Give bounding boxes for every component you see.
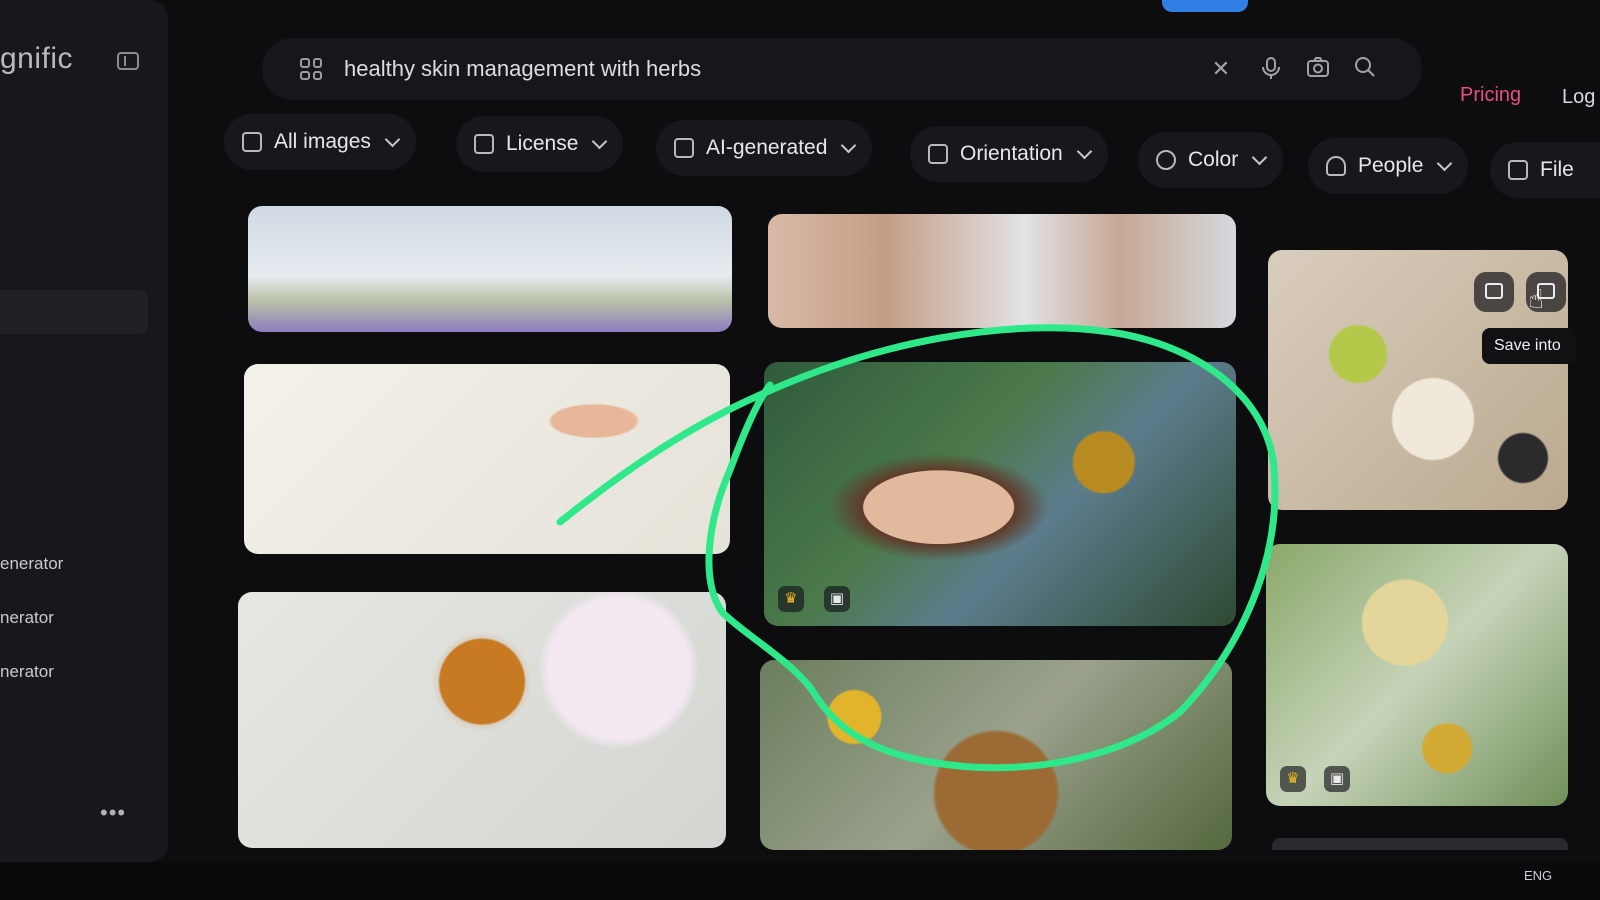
orientation-icon [928, 144, 948, 164]
image-result-skincare-bowls[interactable] [1268, 250, 1568, 510]
filter-all-images[interactable]: All images [224, 114, 416, 170]
chevron-down-icon [384, 131, 401, 148]
filter-ai-generated[interactable]: AI-generated [656, 120, 873, 176]
taskbar [0, 862, 1600, 900]
people-icon [1326, 156, 1346, 176]
search-input[interactable]: healthy skin management with herbs [344, 56, 701, 82]
more-options-icon[interactable]: ••• [100, 800, 126, 826]
hand-cursor-icon: ☝ [1528, 284, 1544, 314]
filter-license[interactable]: License [456, 116, 624, 172]
clear-search-icon[interactable]: ✕ [1208, 56, 1234, 82]
image-result-partial[interactable] [1272, 838, 1568, 850]
save-into-tooltip: Save into [1482, 328, 1576, 364]
sidebar: gnific enerator nerator nerator ••• [0, 0, 168, 862]
search-icon[interactable] [1352, 56, 1378, 82]
image-result-creams-herbs[interactable]: ♛ ▣ [1266, 544, 1568, 806]
chevron-down-icon [1251, 149, 1268, 166]
login-link[interactable]: Log [1562, 86, 1595, 109]
filter-orientation[interactable]: Orientation [910, 126, 1108, 182]
chevron-down-icon [592, 133, 608, 150]
image-result-woman-herbs-face[interactable]: ♛ ▣ [764, 362, 1236, 626]
image-result-woman-cucumber[interactable] [244, 364, 730, 554]
brand-logo[interactable]: gnific [0, 42, 73, 76]
sidebar-item-generator-1[interactable]: enerator [0, 554, 63, 574]
camera-search-icon[interactable] [1305, 56, 1331, 82]
similar-image-icon[interactable] [1474, 272, 1514, 312]
top-accent-bar [1162, 0, 1248, 12]
search-bar[interactable]: healthy skin management with herbs ✕ [262, 38, 1422, 100]
filter-people[interactable]: People [1308, 138, 1469, 194]
sidebar-item-generator-2[interactable]: nerator [0, 608, 54, 628]
search-category-icon[interactable] [300, 58, 322, 80]
ai-generated-icon: ▣ [1324, 766, 1350, 792]
ai-icon [674, 138, 694, 158]
filter-color[interactable]: Color [1138, 132, 1284, 188]
file-icon [1508, 160, 1528, 180]
sidebar-selected-item[interactable] [0, 290, 148, 334]
image-result-herbal-bowls[interactable] [760, 660, 1232, 850]
language-indicator[interactable]: ENG [1524, 868, 1552, 883]
pricing-link[interactable]: Pricing [1460, 84, 1521, 107]
chevron-down-icon [1437, 155, 1453, 172]
filter-file[interactable]: File [1490, 142, 1600, 198]
sidebar-item-generator-3[interactable]: nerator [0, 662, 54, 682]
image-result-hands-herb[interactable] [768, 214, 1236, 328]
image-result-flowers-table[interactable] [248, 206, 732, 332]
ai-generated-icon: ▣ [824, 586, 850, 612]
palette-icon [1156, 150, 1176, 170]
microphone-icon[interactable] [1258, 56, 1284, 82]
sidebar-collapse-icon[interactable] [117, 52, 139, 70]
premium-crown-icon: ♛ [778, 586, 804, 612]
premium-crown-icon: ♛ [1280, 766, 1306, 792]
chevron-down-icon [1076, 143, 1093, 160]
grid-icon [242, 132, 262, 152]
image-result-oils-flowers[interactable] [238, 592, 726, 848]
chevron-down-icon [841, 137, 857, 154]
license-icon [474, 134, 494, 154]
